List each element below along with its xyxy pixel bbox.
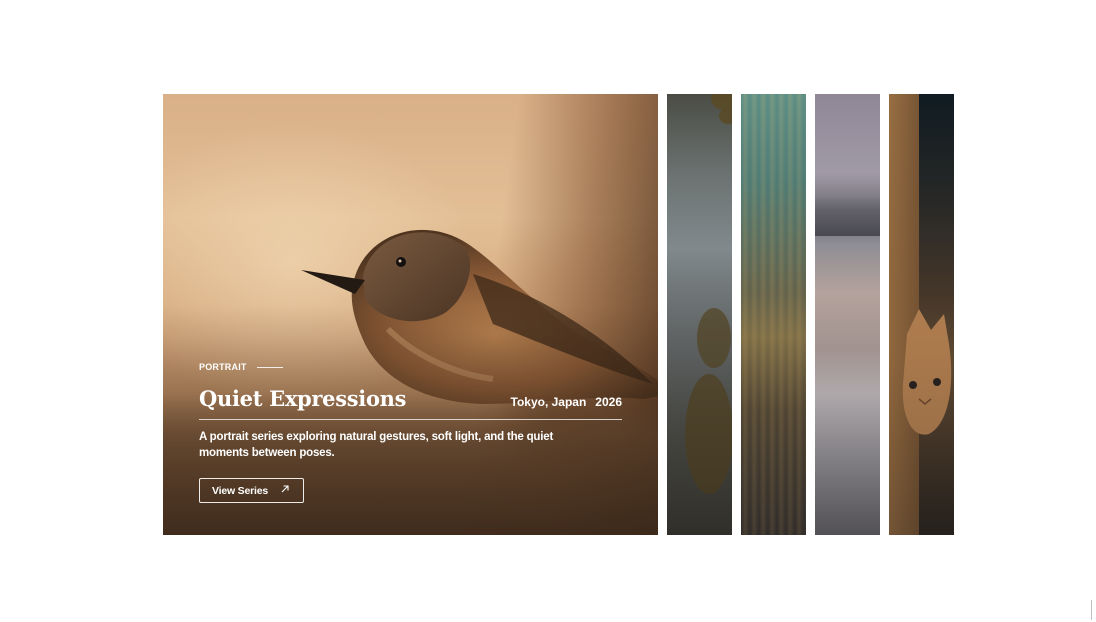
- gallery-panel-autumn-lake[interactable]: [667, 94, 732, 535]
- series-year: 2026: [595, 395, 622, 409]
- panel-shade: [741, 94, 806, 535]
- category-label: PORTRAIT: [199, 362, 247, 372]
- scrollbar-edge: [1091, 600, 1094, 620]
- arrow-up-right-icon: [280, 484, 290, 497]
- gallery-panel-kitten[interactable]: [889, 94, 954, 535]
- panel-shade: [815, 94, 880, 535]
- series-description: A portrait series exploring natural gest…: [199, 431, 554, 459]
- category-row: PORTRAIT: [199, 362, 622, 372]
- panel-shade: [667, 94, 732, 535]
- title-row: Quiet Expressions Tokyo, Japan 2026: [199, 386, 622, 420]
- series-title: Quiet Expressions: [199, 386, 407, 411]
- series-meta: Tokyo, Japan 2026: [511, 395, 623, 409]
- gallery-panel-light-streaks[interactable]: [741, 94, 806, 535]
- featured-caption: PORTRAIT Quiet Expressions Tokyo, Japan …: [199, 362, 622, 503]
- category-divider: [256, 366, 283, 368]
- series-location: Tokyo, Japan: [510, 395, 587, 409]
- photo-gallery: PORTRAIT Quiet Expressions Tokyo, Japan …: [163, 94, 954, 535]
- panel-shade: [889, 94, 954, 535]
- featured-panel[interactable]: PORTRAIT Quiet Expressions Tokyo, Japan …: [163, 94, 658, 535]
- gallery-panel-winter-shore[interactable]: [815, 94, 880, 535]
- view-series-label: View Series: [212, 484, 268, 497]
- view-series-button[interactable]: View Series: [199, 478, 304, 503]
